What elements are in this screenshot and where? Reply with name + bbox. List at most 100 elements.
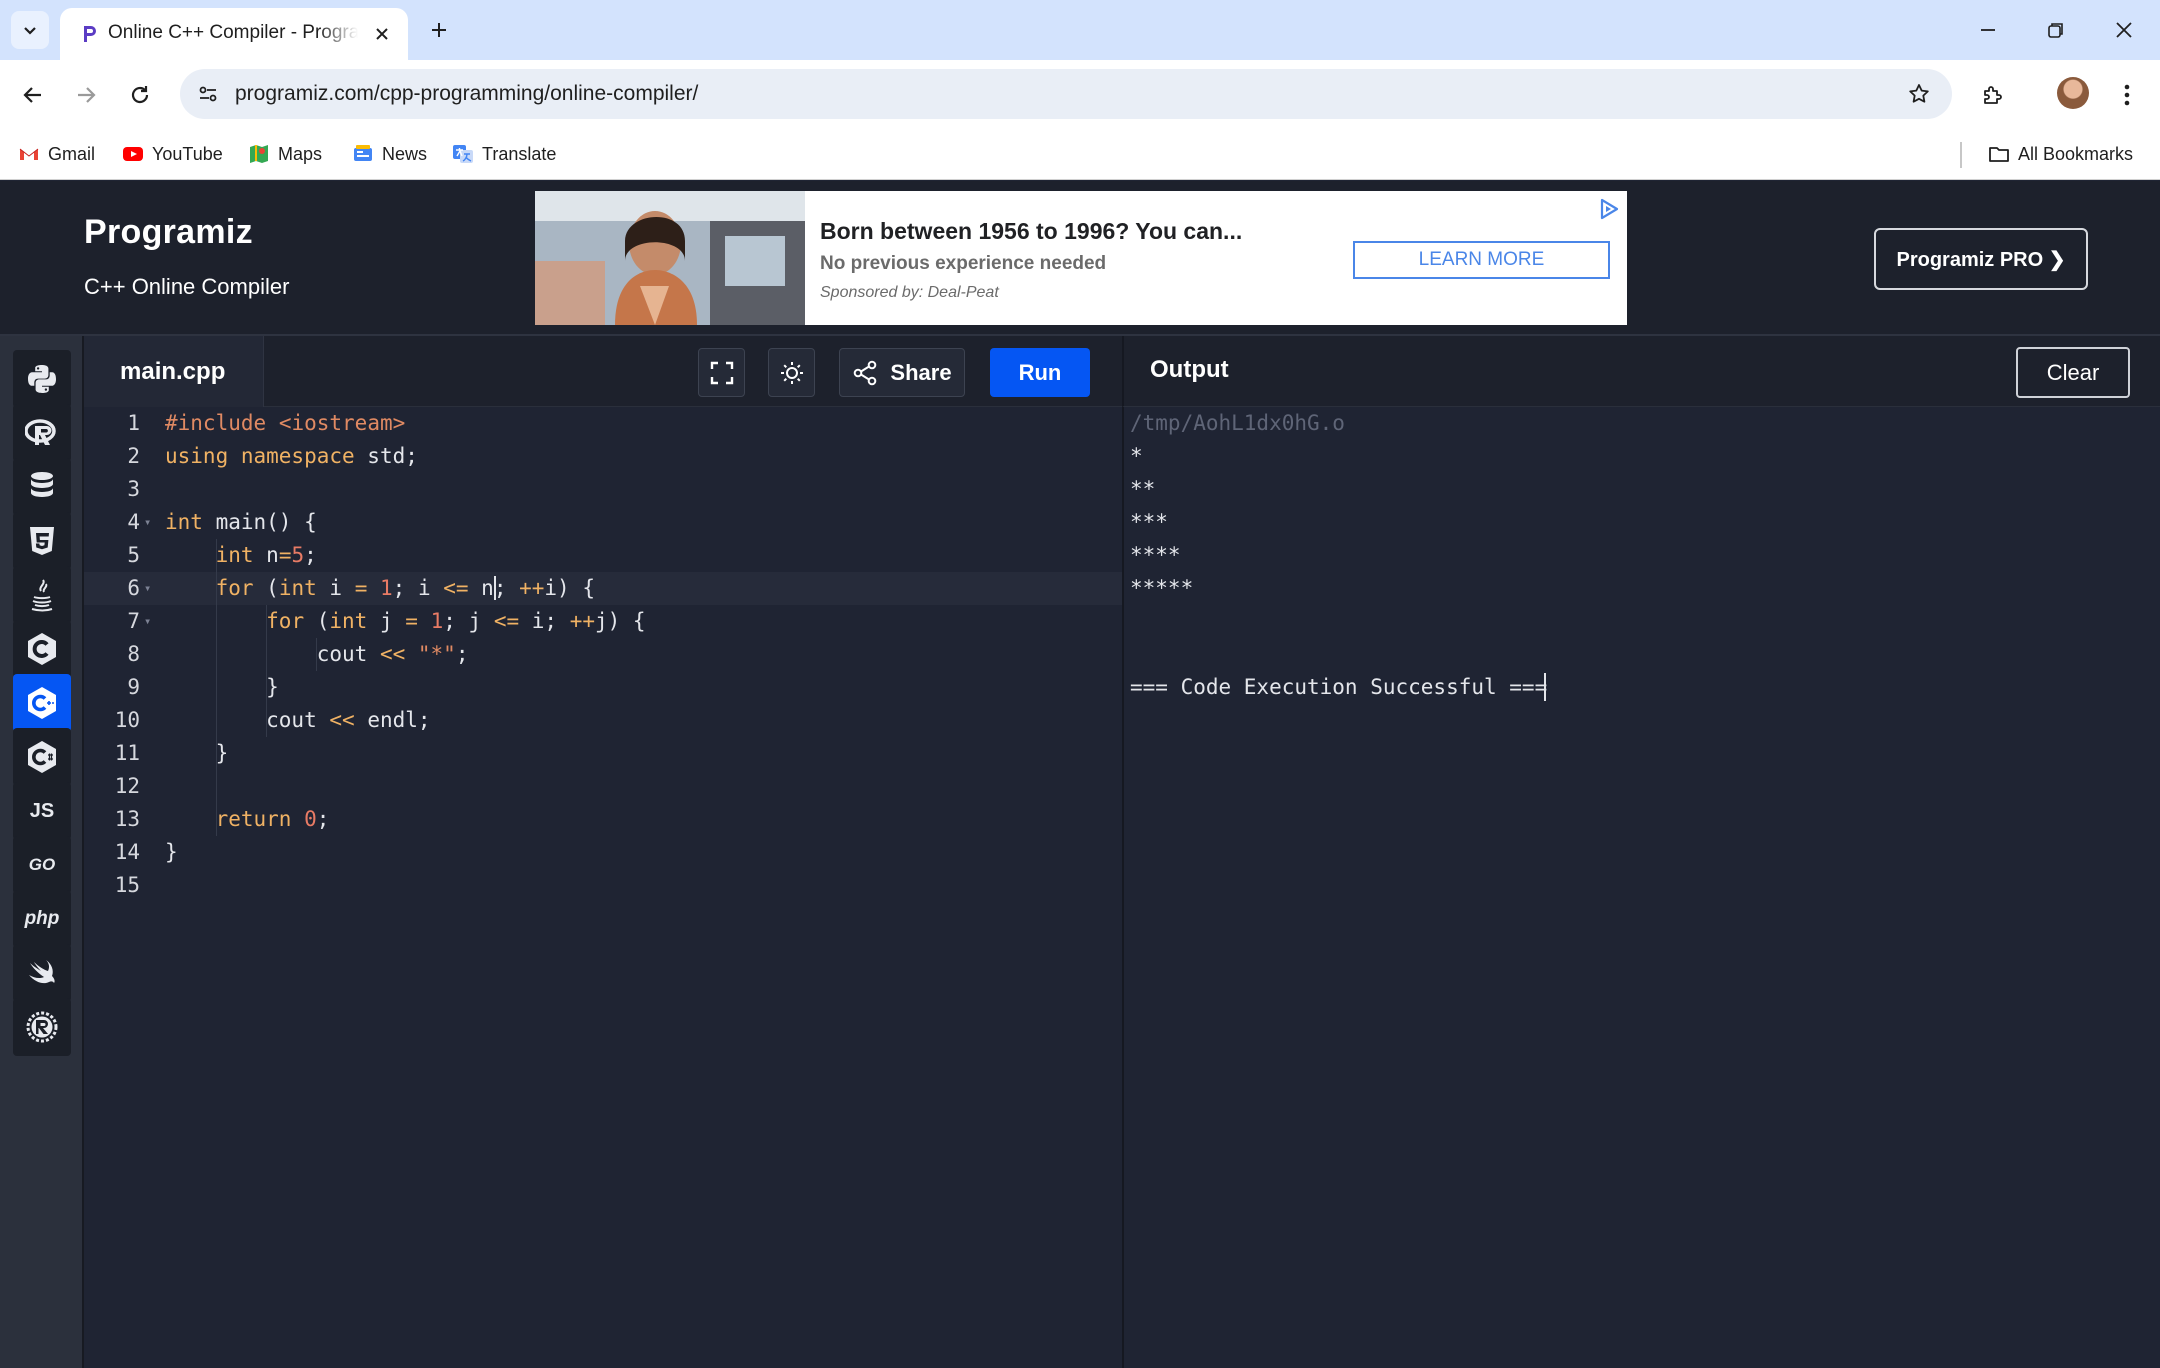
ad-title: Born between 1956 to 1996? You can... xyxy=(820,218,1243,244)
ad-banner[interactable]: Born between 1956 to 1996? You can... No… xyxy=(535,191,1627,325)
lang-sql[interactable] xyxy=(13,458,71,516)
go-icon: GO xyxy=(28,855,56,874)
fold-toggle-icon[interactable]: ▾ xyxy=(144,605,151,638)
rust-icon xyxy=(26,1011,58,1043)
new-tab-button[interactable] xyxy=(424,15,454,45)
arrow-left-icon xyxy=(23,87,41,103)
line-number: 8 xyxy=(127,642,140,666)
tab-search-button[interactable] xyxy=(11,11,49,49)
profile-avatar[interactable] xyxy=(2057,77,2089,109)
swift-icon xyxy=(29,960,55,984)
lang-r[interactable] xyxy=(13,404,71,462)
fold-toggle-icon[interactable]: ▾ xyxy=(144,572,151,605)
line-number: 13 xyxy=(114,807,140,831)
code-editor[interactable]: 1 #include <iostream> 2 using namespace … xyxy=(84,407,1122,1368)
lang-swift[interactable] xyxy=(13,944,71,1002)
bookmark-label: Gmail xyxy=(48,143,96,164)
code-line: 10 cout << endl; xyxy=(84,704,1122,737)
python-icon xyxy=(28,365,56,393)
lang-javascript[interactable]: JS xyxy=(13,782,71,840)
ad-learn-more-button[interactable]: LEARN MORE xyxy=(1353,241,1610,279)
bookmark-label: Maps xyxy=(278,143,323,164)
code-text: for (int j = 1; j <= i; ++j) { xyxy=(266,609,646,633)
all-bookmarks-button[interactable]: All Bookmarks xyxy=(1988,139,2133,169)
share-button[interactable]: Share xyxy=(839,348,965,397)
tab-close-button[interactable] xyxy=(369,21,395,47)
output-line: * xyxy=(1130,444,1143,468)
line-number: 14 xyxy=(114,840,140,864)
line-number: 11 xyxy=(114,741,140,765)
back-button[interactable] xyxy=(14,76,52,114)
bookmark-gmail[interactable]: Gmail xyxy=(18,139,95,169)
code-text: int n=5; xyxy=(215,543,317,567)
adchoices-icon[interactable] xyxy=(1597,197,1621,221)
bookmark-star-button[interactable] xyxy=(1904,79,1934,109)
address-bar[interactable]: programiz.com/cpp-programming/online-com… xyxy=(180,69,1952,119)
lang-python[interactable] xyxy=(13,350,71,408)
programiz-favicon-icon xyxy=(84,26,96,42)
run-button[interactable]: Run xyxy=(990,348,1090,397)
code-text: for (int i = 1; i <= n; ++i) { xyxy=(215,576,595,600)
bookmark-news[interactable]: News xyxy=(352,139,427,169)
fullscreen-button[interactable] xyxy=(698,348,745,397)
site-info-button[interactable] xyxy=(192,78,224,110)
clear-button[interactable]: Clear xyxy=(2016,347,2130,398)
ad-photo-icon xyxy=(535,191,805,325)
code-line: 9 } xyxy=(84,671,1122,704)
line-number: 4 xyxy=(127,510,140,534)
code-text: #include <iostream> xyxy=(165,411,406,435)
more-vert-icon xyxy=(2124,84,2130,106)
lang-html[interactable] xyxy=(13,512,71,570)
line-number: 12 xyxy=(114,774,140,798)
reload-icon xyxy=(131,86,149,104)
programiz-pro-button[interactable]: Programiz PRO ❯ xyxy=(1874,228,2088,290)
code-text: } xyxy=(165,675,279,699)
browser-tab[interactable]: Online C++ Compiler - Programiz xyxy=(60,8,408,60)
fold-toggle-icon[interactable]: ▾ xyxy=(144,506,151,539)
file-name: main.cpp xyxy=(120,357,226,385)
star-icon xyxy=(1909,84,1929,103)
theme-toggle-button[interactable] xyxy=(768,348,815,397)
reload-button[interactable] xyxy=(121,76,159,114)
bookmark-youtube[interactable]: YouTube xyxy=(122,139,223,169)
code-line: 14 } xyxy=(84,836,1122,869)
restore-button[interactable] xyxy=(2032,12,2080,48)
lang-csharp[interactable] xyxy=(13,728,71,786)
minimize-button[interactable] xyxy=(1964,12,2012,48)
lang-go[interactable]: GO xyxy=(13,836,71,894)
r-icon xyxy=(25,419,56,445)
code-text: int main() { xyxy=(165,510,317,534)
code-line: 2 using namespace std; xyxy=(84,440,1122,473)
output-toolbar: Output Clear xyxy=(1122,336,2160,407)
bookmark-maps[interactable]: Maps xyxy=(248,139,322,169)
php-icon: php xyxy=(24,908,60,929)
close-window-button[interactable] xyxy=(2100,12,2148,48)
database-icon xyxy=(31,472,53,497)
programiz-logo[interactable]: Programiz xyxy=(84,213,253,252)
line-number: 2 xyxy=(127,444,140,468)
lang-cpp[interactable] xyxy=(13,674,71,732)
lang-c[interactable] xyxy=(13,620,71,678)
lang-rust[interactable] xyxy=(13,998,71,1056)
line-number: 6 xyxy=(127,576,140,600)
site-header: Programiz C++ Online Compiler Born betwe… xyxy=(0,181,2160,336)
file-tab-main-cpp[interactable]: main.cpp xyxy=(84,336,264,407)
restore-icon xyxy=(2048,23,2063,38)
html5-icon xyxy=(30,527,54,555)
bookmark-translate[interactable]: Translate xyxy=(452,139,556,169)
output-console[interactable]: /tmp/AohL1dx0hG.o * ** *** **** ***** ==… xyxy=(1122,407,2160,1368)
browser-menu-button[interactable] xyxy=(2108,76,2146,114)
csharp-icon xyxy=(28,741,56,773)
indent-guide xyxy=(266,605,267,737)
extensions-button[interactable] xyxy=(1974,76,2012,114)
lang-java[interactable] xyxy=(13,566,71,624)
youtube-icon xyxy=(123,147,143,161)
line-number: 7 xyxy=(127,609,140,633)
js-icon: JS xyxy=(29,799,55,822)
lang-php[interactable]: php xyxy=(13,890,71,948)
code-line: 13 return 0; xyxy=(84,803,1122,836)
output-line: **** xyxy=(1130,543,1181,567)
folder-icon xyxy=(1989,147,2009,162)
forward-button[interactable] xyxy=(67,76,105,114)
code-line: 3 xyxy=(84,473,1122,506)
